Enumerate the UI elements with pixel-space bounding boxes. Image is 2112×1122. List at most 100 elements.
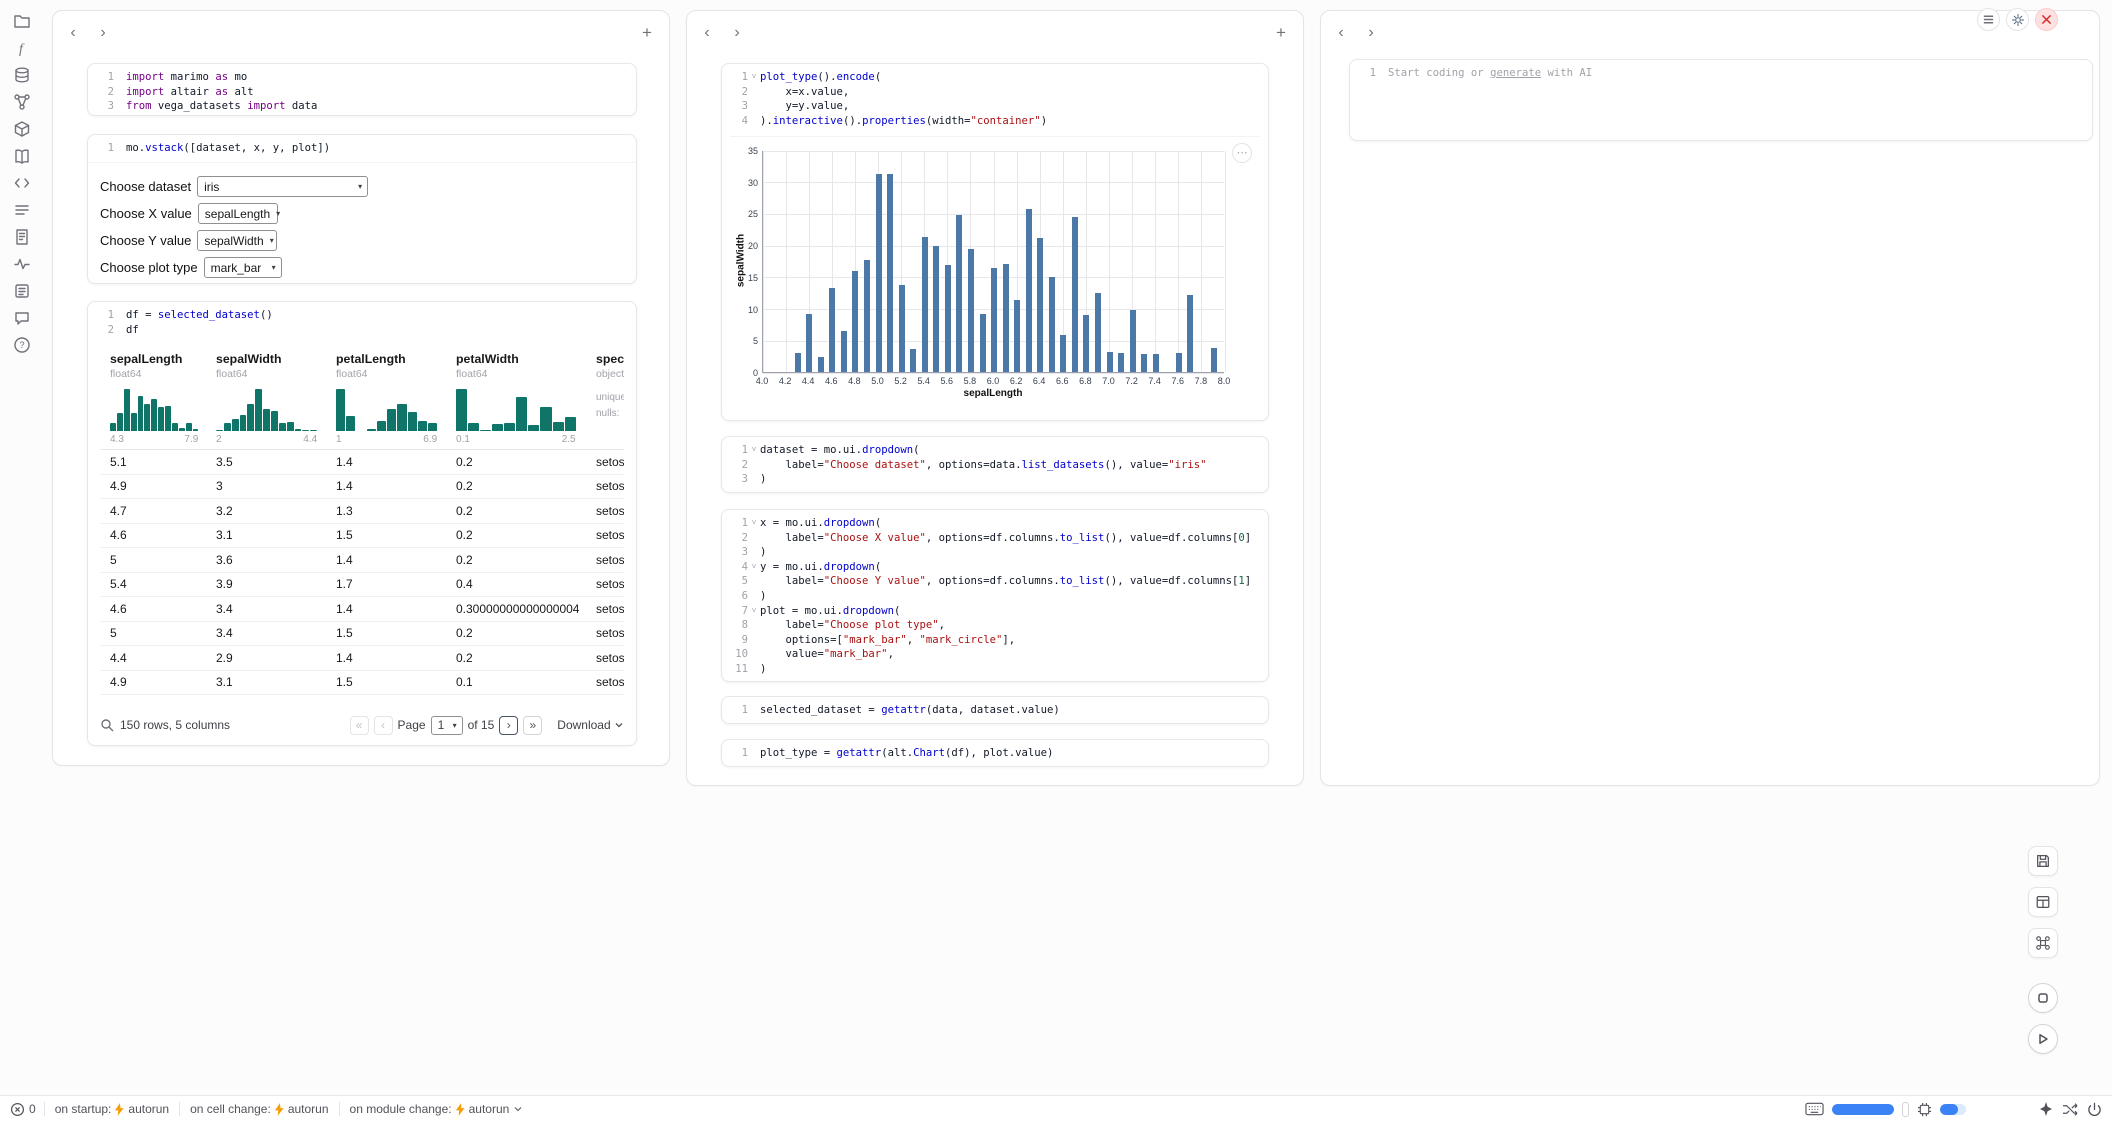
generate-link[interactable]: generate <box>1490 67 1541 79</box>
code-line[interactable]: 5 label="Choose Y value", options=df.col… <box>722 574 1260 589</box>
code-line[interactable]: 1import marimo as mo <box>88 70 628 85</box>
code-cell-dataframe[interactable]: 1df = selected_dataset()2df sepalLengthf… <box>87 301 637 746</box>
table-row[interactable]: 4.73.21.30.2setosa <box>100 499 624 524</box>
power-icon[interactable] <box>2087 1102 2102 1117</box>
code-line[interactable]: 1plot_type = getattr(alt.Chart(df), plot… <box>722 746 1260 761</box>
y-value-select[interactable]: sepalWidth▾ <box>197 230 277 251</box>
code-line[interactable]: 3) <box>722 545 1260 560</box>
prev-page-button[interactable]: ‹ <box>374 716 393 735</box>
table-row[interactable]: 53.61.40.2setosa <box>100 548 624 573</box>
empty-code-cell[interactable]: 1 Start coding or generate with AI <box>1349 59 2093 141</box>
code-line[interactable]: 2 label="Choose X value", options=df.col… <box>722 531 1260 546</box>
code-cell-plot-type[interactable]: 1plot_type = getattr(alt.Chart(df), plot… <box>721 739 1269 767</box>
dataset-select[interactable]: iris▾ <box>197 176 368 197</box>
code-line[interactable]: 9 options=["mark_bar", "mark_circle"], <box>722 633 1260 648</box>
scratchpad-icon[interactable] <box>11 228 33 246</box>
table-row[interactable]: 4.931.40.2setosa <box>100 475 624 500</box>
outline-icon[interactable] <box>11 282 33 300</box>
plot-type-select[interactable]: mark_bar▾ <box>204 257 282 278</box>
column-header[interactable]: petalLengthfloat6416.9 <box>326 344 446 445</box>
error-indicator[interactable]: 0 <box>10 1102 44 1117</box>
layout-button[interactable] <box>2028 887 2058 917</box>
page-select[interactable]: 1▾ <box>431 716 463 735</box>
code-cell-imports[interactable]: 1import marimo as mo2import altair as al… <box>87 63 637 116</box>
column-header[interactable]: sepalWidthfloat6424.4 <box>206 344 326 445</box>
code-line[interactable]: 1selected_dataset = getattr(data, datase… <box>722 703 1260 718</box>
keyboard-icon[interactable] <box>1805 1102 1824 1116</box>
column-prev-button[interactable]: ‹ <box>697 23 717 43</box>
autorun-chip[interactable]: on startup:autorun <box>45 1102 179 1116</box>
column-prev-button[interactable]: ‹ <box>63 23 83 43</box>
table-row[interactable]: 4.63.41.40.30000000000000004setosa <box>100 597 624 622</box>
add-cell-button[interactable]: + <box>1271 23 1291 43</box>
code-line[interactable]: 1 Start coding or generate with AI <box>1350 66 2084 81</box>
x-value-select[interactable]: sepalLength▾ <box>198 203 278 224</box>
keyboard-shortcuts-button[interactable] <box>2028 928 2058 958</box>
packages-icon[interactable] <box>11 120 33 138</box>
first-page-button[interactable]: « <box>350 716 369 735</box>
interrupt-button[interactable] <box>2028 983 2058 1013</box>
code-line[interactable]: 6) <box>722 589 1260 604</box>
column-prev-button[interactable]: ‹ <box>1331 23 1351 43</box>
shuffle-icon[interactable] <box>2062 1102 2079 1117</box>
snippets-icon[interactable] <box>11 174 33 192</box>
code-line[interactable]: 4˅y = mo.ui.dropdown( <box>722 560 1260 575</box>
code-line[interactable]: 1˅dataset = mo.ui.dropdown( <box>722 443 1260 458</box>
code-line[interactable]: 2df <box>88 323 628 338</box>
code-line[interactable]: 8 label="Choose plot type", <box>722 618 1260 633</box>
code-cell-vstack[interactable]: 1mo.vstack([dataset, x, y, plot]) Choose… <box>87 134 637 284</box>
code-line[interactable]: 3) <box>722 472 1260 487</box>
column-header[interactable]: petalWidthfloat640.12.5 <box>446 344 586 445</box>
code-cell-xy-dropdowns[interactable]: 1˅x = mo.ui.dropdown(2 label="Choose X v… <box>721 509 1269 682</box>
ai-sparkle-icon[interactable] <box>2038 1101 2054 1117</box>
dependencies-icon[interactable] <box>11 93 33 111</box>
code-line[interactable]: 2 x=x.value, <box>722 85 1260 100</box>
chart-menu-button[interactable]: ⋯ <box>1232 143 1252 163</box>
add-cell-button[interactable]: + <box>637 23 657 43</box>
search-icon[interactable] <box>100 718 114 732</box>
table-row[interactable]: 53.41.50.2setosa <box>100 622 624 647</box>
column-header[interactable]: speciesobjectunique:nulls: <box>586 344 624 445</box>
table-row[interactable]: 5.13.51.40.2setosa <box>100 450 624 475</box>
table-row[interactable]: 5.43.91.70.4setosa <box>100 573 624 598</box>
code-line[interactable]: 1mo.vstack([dataset, x, y, plot]) <box>88 141 628 156</box>
run-button[interactable] <box>2028 1024 2058 1054</box>
code-line[interactable]: 1˅plot_type().encode( <box>722 70 1260 85</box>
table-row[interactable]: 4.63.11.50.2setosa <box>100 524 624 549</box>
datasets-icon[interactable] <box>11 66 33 84</box>
logs-icon[interactable] <box>11 201 33 219</box>
shutdown-button[interactable] <box>2035 8 2058 31</box>
last-page-button[interactable]: » <box>523 716 542 735</box>
ai-chat-icon[interactable] <box>11 309 33 327</box>
tracing-icon[interactable] <box>11 255 33 273</box>
column-next-button[interactable]: › <box>1361 23 1381 43</box>
column-next-button[interactable]: › <box>727 23 747 43</box>
menu-button[interactable] <box>1977 8 2000 31</box>
code-line[interactable]: 2import altair as alt <box>88 85 628 100</box>
code-line[interactable]: 11) <box>722 662 1260 677</box>
code-cell-plot[interactable]: 1˅plot_type().encode(2 x=x.value,3 y=y.v… <box>721 63 1269 421</box>
code-cell-dataset-dropdown[interactable]: 1˅dataset = mo.ui.dropdown(2 label="Choo… <box>721 436 1269 493</box>
notebook-icon[interactable]: f <box>11 39 33 57</box>
code-line[interactable]: 7˅plot = mo.ui.dropdown( <box>722 604 1260 619</box>
autorun-chip[interactable]: on cell change:autorun <box>180 1102 338 1116</box>
code-line[interactable]: 3from vega_datasets import data <box>88 99 628 114</box>
autorun-chip[interactable]: on module change:autorun <box>340 1102 534 1116</box>
code-line[interactable]: 3 y=y.value, <box>722 99 1260 114</box>
code-line[interactable]: 2 label="Choose dataset", options=data.l… <box>722 458 1260 473</box>
cpu-icon[interactable] <box>1917 1102 1932 1117</box>
column-header[interactable]: sepalLengthfloat644.37.9 <box>100 344 206 445</box>
files-icon[interactable] <box>11 12 33 30</box>
save-button[interactable] <box>2028 846 2058 876</box>
table-row[interactable]: 4.42.91.40.2setosa <box>100 646 624 671</box>
download-button[interactable]: Download <box>557 718 624 732</box>
code-line[interactable]: 10 value="mark_bar", <box>722 647 1260 662</box>
chart-plot-area[interactable] <box>762 151 1224 373</box>
table-row[interactable]: 4.93.11.50.1setosa <box>100 671 624 696</box>
column-next-button[interactable]: › <box>93 23 113 43</box>
code-cell-selected-dataset[interactable]: 1selected_dataset = getattr(data, datase… <box>721 696 1269 724</box>
code-line[interactable]: 1df = selected_dataset() <box>88 308 628 323</box>
next-page-button[interactable]: › <box>499 716 518 735</box>
code-line[interactable]: 1˅x = mo.ui.dropdown( <box>722 516 1260 531</box>
docs-icon[interactable] <box>11 147 33 165</box>
